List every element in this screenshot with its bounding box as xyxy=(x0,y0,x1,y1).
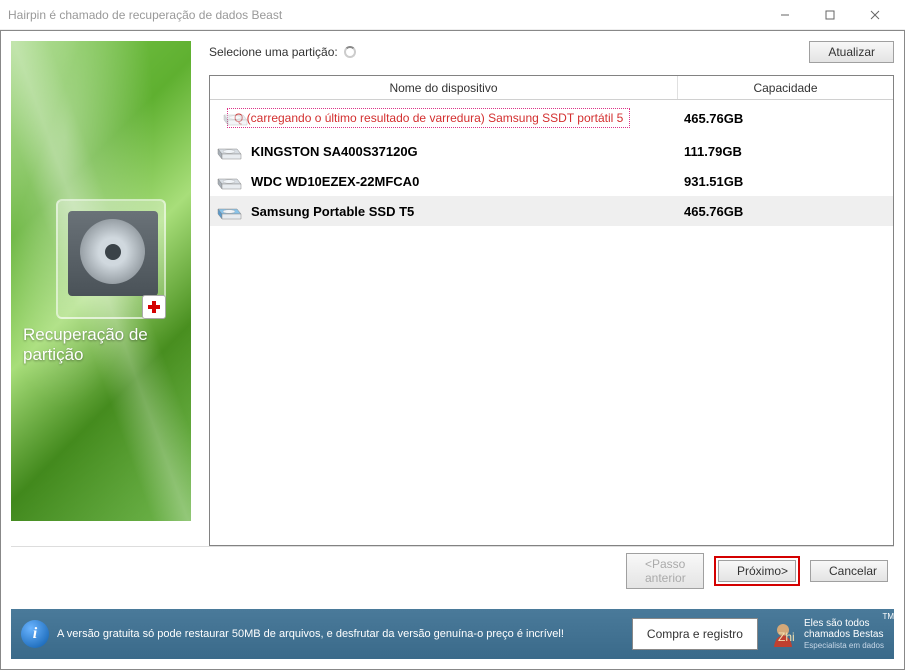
next-step-button[interactable]: Próximo> xyxy=(718,560,796,582)
window-title: Hairpin é chamado de recuperação de dado… xyxy=(8,8,762,22)
scan-result-label: Q (carregando o último resultado de varr… xyxy=(227,108,630,128)
footer-info-text: A versão gratuita só pode restaurar 50MB… xyxy=(57,628,632,640)
select-partition-label: Selecione uma partição: xyxy=(209,45,338,59)
hdd-illustration xyxy=(56,199,166,319)
table-row[interactable]: KINGSTON SA400S37120G 111.79GB xyxy=(210,136,893,166)
svg-text:Zhi: Zhi xyxy=(778,630,795,644)
brand-sub: Especialista em dados xyxy=(804,641,884,650)
capacity-value: 931.51GB xyxy=(678,174,893,189)
buy-register-button[interactable]: Compra e registro xyxy=(632,618,758,650)
minimize-button[interactable] xyxy=(762,1,807,29)
device-table: Nome do dispositivo Capacidade Q (carreg… xyxy=(209,75,894,546)
brand-avatar-icon: Zhi xyxy=(768,619,798,649)
main-panel: Recuperação de partição Selecione uma pa… xyxy=(0,30,905,670)
table-row[interactable]: Samsung Portable SSD T5 465.76GB xyxy=(210,196,893,226)
device-name: WDC WD10EZEX-22MFCA0 xyxy=(251,174,419,189)
table-row[interactable]: WDC WD10EZEX-22MFCA0 931.51GB xyxy=(210,166,893,196)
prev-step-button[interactable]: <Passo anterior xyxy=(626,553,704,589)
maximize-button[interactable] xyxy=(807,1,852,29)
sidebar: Recuperação de partição xyxy=(11,41,191,521)
footer-bar: i A versão gratuita só pode restaurar 50… xyxy=(11,609,894,659)
plus-icon xyxy=(142,295,166,319)
refresh-button[interactable]: Atualizar xyxy=(809,41,894,63)
nav-buttons: <Passo anterior Próximo> Cancelar xyxy=(11,557,894,585)
drive-icon xyxy=(215,201,243,221)
capacity-value: 465.76GB xyxy=(678,111,893,126)
brand-line2: chamados Bestas xyxy=(804,629,884,641)
cancel-button[interactable]: Cancelar xyxy=(810,560,888,582)
sidebar-title: Recuperação de partição xyxy=(23,325,186,366)
loading-spinner-icon xyxy=(344,46,356,58)
table-header: Nome do dispositivo Capacidade xyxy=(210,76,893,100)
info-icon: i xyxy=(21,620,49,648)
right-pane: Selecione uma partição: Atualizar Nome d… xyxy=(191,41,894,546)
drive-icon xyxy=(215,171,243,191)
device-name: Samsung Portable SSD T5 xyxy=(251,204,414,219)
drive-icon xyxy=(215,141,243,161)
header-device-name[interactable]: Nome do dispositivo xyxy=(210,76,678,99)
brand-line1: Eles são todos xyxy=(804,618,884,630)
brand-logo: Zhi TM Eles são todos chamados Bestas Es… xyxy=(768,618,884,650)
titlebar: Hairpin é chamado de recuperação de dado… xyxy=(0,0,905,30)
drive-icon xyxy=(221,107,249,130)
device-name: KINGSTON SA400S37120G xyxy=(251,144,418,159)
table-row[interactable]: Q (carregando o último resultado de varr… xyxy=(210,100,893,136)
tm-label: TM xyxy=(882,612,894,621)
header-capacity[interactable]: Capacidade xyxy=(678,76,893,99)
close-button[interactable] xyxy=(852,1,897,29)
capacity-value: 465.76GB xyxy=(678,204,893,219)
next-highlight: Próximo> xyxy=(714,556,800,586)
capacity-value: 111.79GB xyxy=(678,144,893,159)
